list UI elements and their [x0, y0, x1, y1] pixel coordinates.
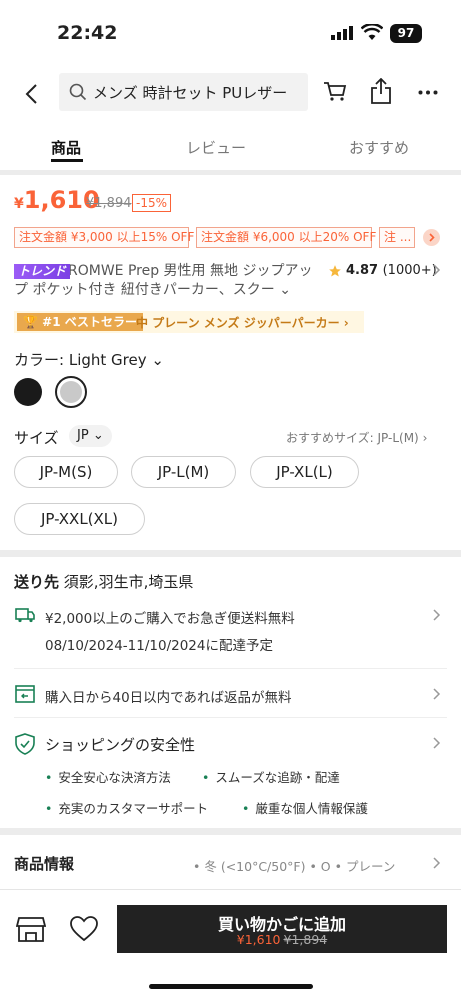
back-icon[interactable] — [24, 83, 38, 105]
search-text: メンズ 時計セット PUレザー — [93, 83, 288, 102]
safety-bullet: 充実のカスタマーサポート — [45, 798, 208, 817]
add-to-cart-button[interactable]: 買い物かごに追加 ¥1,610 ¥1,894 — [117, 905, 447, 953]
bestseller-badge: 🏆 #1 ベストセラー — [17, 313, 143, 331]
product-info-title[interactable]: 商品情報 — [14, 853, 74, 874]
rating[interactable]: 4.87 (1000+) — [328, 263, 437, 278]
status-time: 22:42 — [57, 22, 118, 44]
safety-bullet: 安全安心な決済方法 — [45, 767, 171, 786]
original-price: ¥1,894 — [86, 196, 132, 211]
safety-bullet: 厳重な個人情報保護 — [242, 798, 368, 817]
recommended-size[interactable]: おすすめサイズ: JP-L(M) › — [286, 429, 427, 446]
tab-review[interactable]: レビュー — [186, 137, 246, 158]
size-option[interactable]: JP-XL(L) — [250, 456, 359, 488]
delivery-date: 08/10/2024-11/10/2024に配達予定 — [45, 638, 273, 654]
tab-underline — [51, 159, 83, 162]
product-info-tags: • 冬 (<10°C/50°F) • O • プレーン — [193, 859, 396, 874]
coupon[interactable]: 注文金額 ¥6,000 以上20% OFF — [196, 227, 376, 248]
color-label[interactable]: カラー: Light Grey ⌄ — [14, 349, 164, 370]
separator — [14, 668, 447, 669]
chevron-right-icon[interactable] — [433, 737, 441, 749]
divider — [0, 550, 461, 557]
returns-text[interactable]: 購入日から40日以内であれば返品が無料 — [45, 686, 292, 706]
search-icon — [69, 83, 87, 101]
wifi-icon — [361, 24, 383, 41]
separator — [14, 717, 447, 718]
safety-bullet: スムーズな追跡・配達 — [202, 767, 339, 786]
size-option[interactable]: JP-M(S) — [14, 456, 118, 488]
trophy-icon: 🏆 — [23, 315, 38, 329]
color-swatch-light-grey[interactable] — [55, 376, 87, 408]
size-option[interactable]: JP-XXL(XL) — [14, 503, 145, 535]
size-option[interactable]: JP-L(M) — [131, 456, 236, 488]
size-region-select[interactable]: JP ⌄ — [69, 425, 112, 447]
search-bar[interactable]: メンズ 時計セット PUレザー — [59, 73, 308, 111]
truck-icon — [15, 607, 35, 623]
separator — [0, 889, 461, 890]
divider — [0, 170, 461, 175]
color-swatch-black[interactable] — [14, 378, 42, 406]
add-to-cart-price: ¥1,610 ¥1,894 — [236, 932, 328, 947]
chevron-right-icon[interactable] — [433, 609, 441, 621]
signal-icon — [331, 26, 353, 40]
ship-to[interactable]: 送り先 須影,羽生市,埼玉県 — [14, 571, 193, 592]
chevron-right-icon[interactable] — [433, 857, 441, 869]
coupon[interactable]: 注文金額 ¥3,000 以上15% OFF — [14, 227, 194, 248]
share-icon[interactable] — [370, 78, 392, 104]
home-indicator — [149, 984, 313, 989]
store-icon[interactable] — [16, 915, 46, 943]
cart-icon[interactable] — [323, 80, 347, 102]
size-label: サイズ — [14, 429, 59, 447]
chevron-down-icon: ⌄ — [151, 351, 164, 369]
shield-check-icon — [15, 733, 35, 755]
heart-icon[interactable] — [70, 916, 98, 942]
battery-icon: 97 — [390, 24, 422, 43]
return-icon — [15, 685, 35, 703]
tab-product[interactable]: 商品 — [51, 137, 81, 158]
chevron-right-icon[interactable] — [433, 688, 441, 700]
trend-badge: トレンド — [14, 264, 71, 279]
discount-badge: -15% — [132, 194, 172, 212]
safety-title[interactable]: ショッピングの安全性 — [45, 734, 195, 755]
coupon[interactable]: 注 ... — [379, 227, 415, 248]
coupon-more-icon[interactable] — [423, 229, 440, 246]
tab-recommend[interactable]: おすすめ — [349, 137, 409, 158]
divider — [0, 828, 461, 835]
bestseller-category: 中 プレーン メンズ ジッパーパーカー › — [136, 316, 349, 330]
more-icon[interactable] — [418, 90, 438, 95]
chevron-down-icon: ⌄ — [274, 282, 291, 298]
free-shipping-text[interactable]: ¥2,000以上のご購入でお急ぎ便送料無料 — [45, 607, 295, 627]
chevron-right-icon[interactable] — [433, 264, 441, 276]
